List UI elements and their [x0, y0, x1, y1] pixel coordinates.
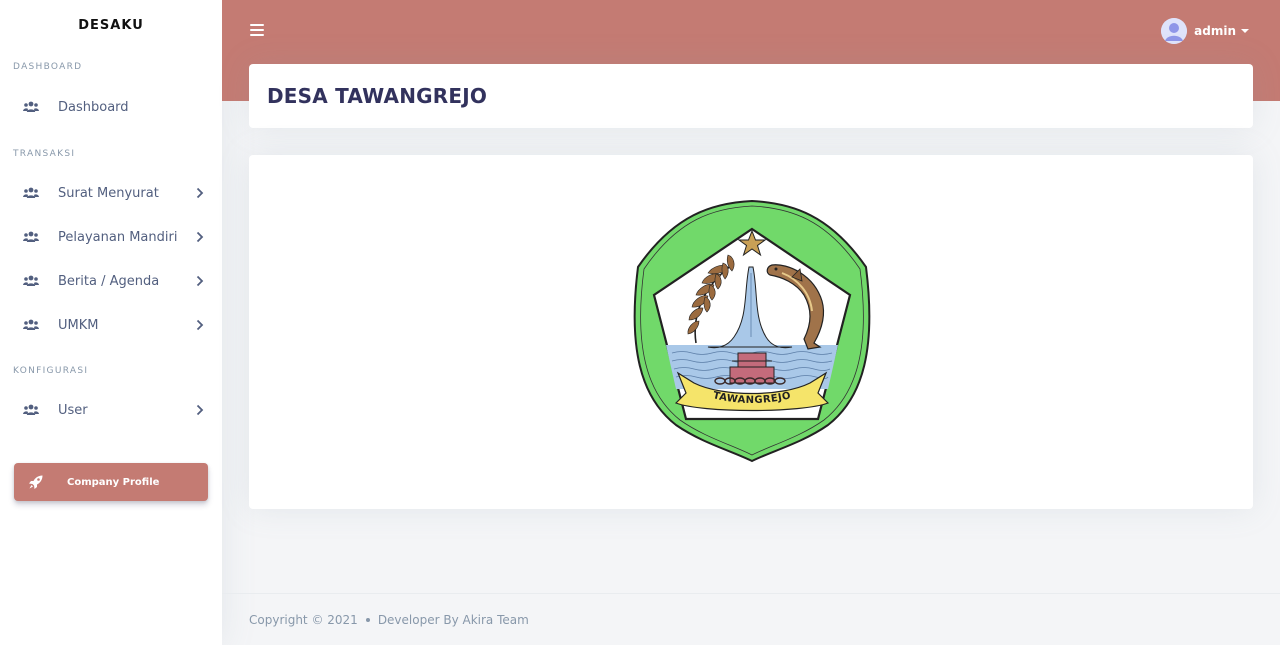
brand-logo[interactable]: DESAKU [0, 0, 222, 50]
sidebar-item-label: UMKM [58, 317, 99, 333]
users-icon [22, 100, 40, 114]
users-icon [22, 186, 40, 200]
sidebar-item-dashboard[interactable]: Dashboard [0, 85, 222, 129]
village-emblem-image: TAWANGREJO [633, 199, 871, 463]
sidebar-item-pelayanan-mandiri[interactable]: Pelayanan Mandiri [0, 215, 222, 259]
user-menu[interactable]: admin [1161, 18, 1249, 44]
main-content: admin DESA TAWANGREJO TAWANGREJO Copyrig… [222, 0, 1280, 645]
caret-down-icon [1241, 29, 1249, 33]
chevron-right-icon [194, 231, 206, 243]
section-heading-transaksi: TRANSAKSI [13, 149, 76, 159]
chevron-right-icon [194, 404, 206, 416]
page-title: DESA TAWANGREJO [267, 84, 488, 108]
logo-card: TAWANGREJO [249, 155, 1253, 509]
sidebar-item-user[interactable]: User [0, 388, 222, 432]
footer-separator [365, 618, 370, 622]
rocket-icon [28, 474, 44, 490]
footer-developer-link[interactable]: Developer By Akira Team [378, 613, 529, 627]
sidebar-item-label: Surat Menyurat [58, 185, 159, 201]
page-title-card: DESA TAWANGREJO [249, 64, 1253, 128]
user-name: admin [1194, 24, 1236, 38]
chevron-right-icon [194, 319, 206, 331]
sidebar-item-berita-agenda[interactable]: Berita / Agenda [0, 259, 222, 303]
users-icon [22, 318, 40, 332]
footer: Copyright © 2021 Developer By Akira Team [249, 613, 529, 627]
avatar [1161, 18, 1188, 44]
users-icon [22, 230, 40, 244]
users-icon [22, 403, 40, 417]
users-icon [22, 274, 40, 288]
sidebar-item-label: Dashboard [58, 99, 129, 115]
company-profile-label: Company Profile [67, 476, 160, 488]
footer-divider [222, 593, 1280, 594]
hamburger-menu-icon[interactable] [250, 23, 264, 37]
sidebar: DESAKU DASHBOARD Dashboard TRANSAKSI Sur… [0, 0, 222, 645]
footer-copyright: Copyright © 2021 [249, 613, 358, 627]
sidebar-item-label: Pelayanan Mandiri [58, 229, 178, 245]
company-profile-button[interactable]: Company Profile [14, 463, 208, 501]
section-heading-dashboard: DASHBOARD [13, 62, 83, 72]
section-heading-konfigurasi: KONFIGURASI [13, 366, 89, 376]
sidebar-item-label: Berita / Agenda [58, 273, 160, 289]
sidebar-item-label: User [58, 402, 88, 418]
chevron-right-icon [194, 275, 206, 287]
sidebar-item-surat-menyurat[interactable]: Surat Menyurat [0, 171, 222, 215]
sidebar-item-umkm[interactable]: UMKM [0, 303, 222, 347]
chevron-right-icon [194, 187, 206, 199]
